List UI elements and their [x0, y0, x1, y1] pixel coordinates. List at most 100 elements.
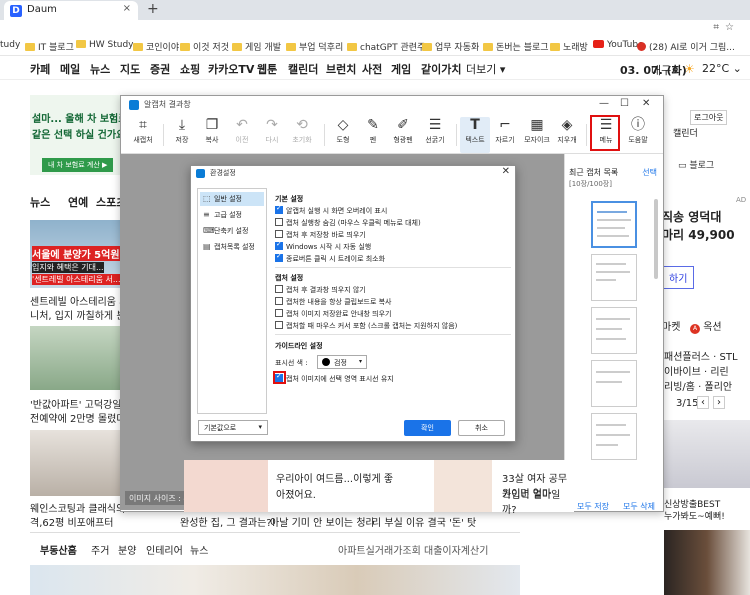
help-button[interactable]: ⓘ 도움말 — [623, 117, 653, 153]
option-clipboard[interactable]: 캡처한 내용을 항상 클립보드로 복사 — [275, 297, 392, 307]
shop-item[interactable]: 패션플러스 · STL — [664, 348, 738, 363]
bookmark-folder[interactable]: 코인이야 — [133, 40, 179, 53]
realty-link[interactable]: 인테리어 — [146, 542, 183, 557]
capture-window-titlebar[interactable]: 알캡처 결과창 — ☐ ✕ — [121, 96, 663, 114]
address-bar-actions[interactable]: ⌗☆ — [713, 22, 740, 33]
bookmark-folder[interactable]: 게임 개발 — [232, 40, 281, 53]
browser-tab[interactable]: D Daum × — [4, 1, 138, 20]
reset-defaults-select[interactable]: 기본값으로 ▾ — [198, 420, 268, 435]
nav-item[interactable]: 카카오TV — [208, 61, 254, 77]
realty-link[interactable]: 분양 — [118, 542, 136, 557]
cancel-button[interactable]: 취소 — [458, 420, 505, 436]
minimize-button[interactable]: — — [599, 98, 609, 109]
logout-button[interactable]: 로그아웃 — [690, 110, 728, 125]
entertainment-tab[interactable]: 연예 — [68, 194, 88, 210]
undo-button[interactable]: ↶ 이전 — [227, 117, 257, 153]
insurance-ad-text[interactable]: 가입비 얼마일까? — [502, 486, 574, 516]
pen-button[interactable]: ✎ 펜 — [358, 117, 388, 153]
capture-thumbnail[interactable] — [591, 201, 637, 248]
mosaic-button[interactable]: ▦ 모자이크 — [522, 117, 552, 153]
ad-calc-button[interactable]: 내 차 보험료 계산 ▶ — [42, 158, 114, 172]
bookmark-folder[interactable]: 이것 저것 — [180, 40, 229, 53]
nav-general-settings[interactable]: ⬚ 일반 설정 — [200, 192, 264, 206]
news3-image[interactable] — [30, 430, 120, 496]
settings-titlebar[interactable]: 환경설정 ✕ — [191, 166, 515, 180]
reset-button[interactable]: ⟲ 초기화 — [287, 117, 317, 153]
save-all-link[interactable]: 모두 저장 — [577, 501, 609, 512]
checkbox[interactable] — [275, 218, 283, 226]
city-label[interactable]: 대구시 — [651, 62, 681, 78]
right-ad-button[interactable]: 하기 — [662, 266, 695, 289]
bookmark-item[interactable]: (28) AI로 이거 그림... — [637, 40, 735, 53]
text-button[interactable]: T 텍스트 — [460, 117, 490, 153]
crop-tool-button[interactable]: ⌐ 자르기 — [490, 117, 520, 153]
close-button[interactable]: ✕ — [642, 98, 650, 109]
news2-text[interactable]: 전예약에 2만명 몰렸다 — [30, 410, 126, 425]
copy-button[interactable]: ❐ 복사 — [197, 117, 227, 153]
delete-all-link[interactable]: 모두 삭제 — [623, 501, 655, 512]
checkbox[interactable] — [275, 240, 283, 250]
option-autostart[interactable]: Windows 시작 시 자동 실행 — [275, 240, 371, 252]
right-ad-price[interactable]: 마리 49,900 — [662, 226, 735, 243]
nav-item[interactable]: 같이가치 — [421, 61, 461, 77]
shape-button[interactable]: ◇ 도형 — [328, 117, 358, 153]
market-link[interactable]: 마켓 — [662, 318, 680, 333]
tab-close-icon[interactable]: × — [123, 3, 131, 14]
option-save-notice[interactable]: 캡처 이미지 저장완료 안내창 띄우기 — [275, 309, 392, 319]
capture-thumbnail[interactable] — [591, 360, 637, 407]
option-hide-launcher[interactable]: 캡처 실행창 숨김 (마우스 우클릭 메뉴로 대체) — [275, 218, 421, 228]
select-link[interactable]: 선택 — [642, 167, 657, 178]
checkbox[interactable] — [275, 285, 283, 293]
acne-ad-image[interactable] — [184, 460, 268, 512]
news3-text[interactable]: 웨인스코팅과 클래식의 — [30, 500, 125, 515]
bookmark-folder[interactable]: 돈버는 블로그 — [483, 40, 549, 53]
bookmark-folder[interactable]: chatGPT 관련주 — [347, 40, 425, 53]
line-color-select[interactable]: 검정 ▾ — [317, 355, 367, 369]
nav-item[interactable]: 브런치 — [326, 61, 356, 77]
insurance-ad-image[interactable] — [434, 460, 492, 512]
news3-text[interactable]: 격,62평 비포애프터 — [30, 514, 113, 529]
option-no-result-window[interactable]: 캡처 후 결과창 띄우지 않기 — [275, 285, 366, 295]
news-tab[interactable]: 뉴스 — [30, 194, 50, 210]
shop-text[interactable]: 누가봐도~예뻐! — [664, 509, 725, 522]
news2-image[interactable] — [30, 326, 120, 390]
save-button[interactable]: ⤓ 저장 — [167, 117, 197, 153]
checkbox[interactable] — [275, 252, 283, 262]
bookmark-folder[interactable]: 노래방 — [550, 40, 588, 53]
nav-item[interactable]: 카페 — [30, 61, 50, 77]
news1-text[interactable]: 센트레빌 아스테리움 시 — [30, 293, 128, 308]
realty-link[interactable]: 대출이자계산기 — [424, 542, 488, 557]
nav-item[interactable]: 증권 — [150, 61, 170, 77]
bookmark-item[interactable]: tudy — [0, 40, 20, 50]
right-ad-title[interactable]: 직송 영덕대 — [662, 208, 721, 225]
acne-ad-text[interactable]: 우리아이 여드름...이렇게 좋 — [276, 470, 393, 485]
nav-item[interactable]: 메일 — [60, 61, 80, 77]
nav-more[interactable]: 더보기 ▾ — [466, 61, 505, 77]
shop-image[interactable] — [664, 530, 750, 595]
shop-item[interactable]: 리빙/홈 · 폴리안 — [664, 378, 732, 393]
realty-home-link[interactable]: 부동산홈 — [40, 542, 77, 557]
option-overlay[interactable]: 알캡처 실행 시 화면 오버레이 표시 — [275, 204, 387, 216]
acne-ad-text[interactable]: 아졌어요. — [276, 486, 316, 501]
nav-item[interactable]: 쇼핑 — [180, 61, 200, 77]
nav-advanced-settings[interactable]: ≡ 고급 설정 — [200, 208, 264, 222]
option-include-cursor[interactable]: 캡처할 때 마우스 커서 포함 (스크롤 캡처는 지원하지 않음) — [275, 321, 457, 331]
settings-close-button[interactable]: ✕ — [502, 166, 510, 177]
highlighter-button[interactable]: ✐ 형광펜 — [388, 117, 418, 153]
redo-button[interactable]: ↷ 다시 — [257, 117, 287, 153]
capture-thumbnail[interactable] — [591, 413, 637, 460]
news1-text[interactable]: 니처, 입지 까칠하게 분양 — [30, 307, 135, 322]
news-bottom-text[interactable]: 리 부실 이유 결국 '돈' 탓 — [372, 514, 476, 529]
capture-thumbnail[interactable] — [591, 254, 637, 301]
nav-item[interactable]: 뉴스 — [90, 61, 110, 77]
nav-shortcut-settings[interactable]: ⌨ 단축키 설정 — [200, 224, 264, 238]
checkbox[interactable] — [275, 230, 283, 238]
nav-capture-list-settings[interactable]: ▤ 캡처목록 설정 — [200, 240, 264, 254]
option-save-dialog[interactable]: 캡처 후 저장창 바로 띄우기 — [275, 230, 366, 240]
panel-scrollbar[interactable] — [654, 199, 658, 279]
new-capture-button[interactable]: ⌗ 새캡처 — [128, 117, 158, 153]
bookmark-folder[interactable]: 업무 자동화 — [422, 40, 479, 53]
news2-text[interactable]: '반값아파트' 고덕강일3 — [30, 396, 128, 411]
maximize-button[interactable]: ☐ — [620, 98, 629, 109]
nav-item[interactable]: 지도 — [120, 61, 140, 77]
